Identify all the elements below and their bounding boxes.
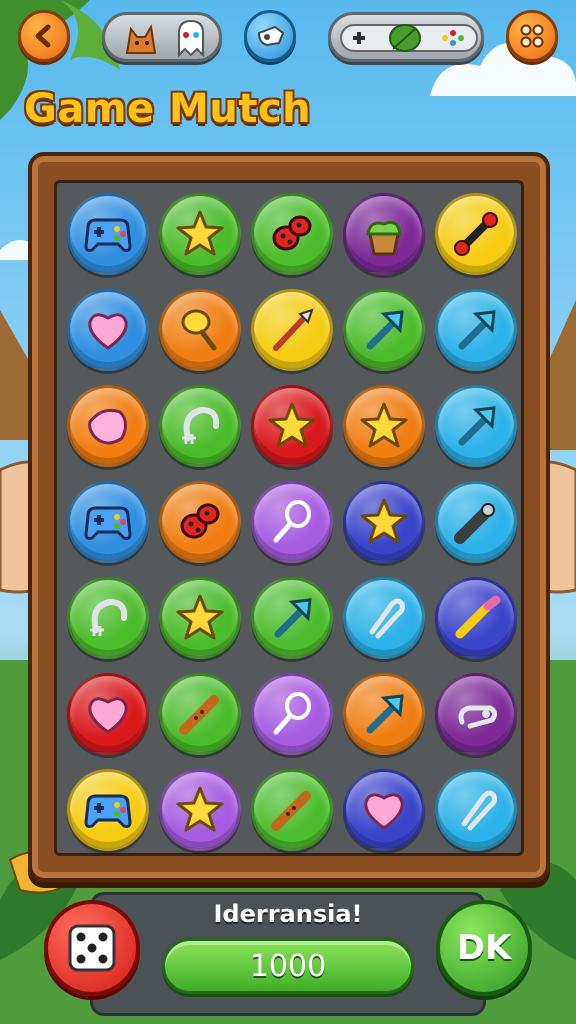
board-tile[interactable] [159,385,241,467]
dice-icon [68,924,116,972]
game-board [28,152,550,882]
board-tile[interactable] [435,193,517,275]
star-icon [176,786,224,832]
key-icon [181,309,217,351]
tile-grid [54,180,524,856]
board-tile[interactable] [343,385,425,467]
safety-pin-icon [458,705,498,729]
avatar-pill[interactable] [102,12,222,62]
board-tile[interactable] [67,769,149,851]
board-tile[interactable] [343,481,425,563]
board-tile[interactable] [159,577,241,659]
bottom-panel: Iderransia! 1000 DK [0,884,576,1024]
gamepad-icon [84,506,132,540]
board-tile[interactable] [435,385,517,467]
board-tile[interactable] [251,289,333,371]
arrow-icon [458,406,496,446]
rattle-icon [273,500,311,543]
dice-button[interactable] [44,900,140,996]
board-tile[interactable] [343,193,425,275]
board-tile[interactable] [159,673,241,755]
board-tile[interactable] [435,481,517,563]
hook-icon [182,406,220,444]
flute-icon [179,695,219,735]
menu-button[interactable] [506,10,558,62]
star-icon [176,210,224,256]
board-tile[interactable] [159,193,241,275]
game-title: Game Mutch [24,86,312,132]
pencil-icon [455,595,501,639]
ghost-gamepad-icon [178,19,204,57]
heart-icon [364,793,404,830]
paperclip-icon [461,790,497,831]
board-tile[interactable] [67,577,149,659]
score-value: 1000 [249,948,327,984]
board-tile[interactable] [67,193,149,275]
board-tile[interactable] [435,577,517,659]
fox-icon [125,24,157,54]
rattle-icon [273,692,311,735]
board-tile[interactable] [343,769,425,851]
ok-label: DK [456,928,512,968]
back-button[interactable] [18,10,70,62]
chevron-left-icon [35,24,51,48]
board-tile[interactable] [67,673,149,755]
ok-button[interactable]: DK [436,900,532,996]
star-icon [360,402,408,448]
plant-pot-icon [366,220,402,256]
panel-label: Iderransia! [213,900,363,928]
arrow-icon [366,694,404,734]
arrow-icon [274,598,312,638]
paperclip-icon [369,598,405,639]
spear-icon [273,308,314,351]
star-icon [268,402,316,448]
board-tile[interactable] [343,577,425,659]
arrow-icon [366,310,404,350]
board-tile[interactable] [159,769,241,851]
board-tile[interactable] [435,289,517,371]
controller-pill[interactable] [328,12,484,62]
heart-icon [88,697,128,734]
star-icon [360,498,408,544]
four-dots-icon [520,24,544,48]
board-tile[interactable] [251,193,333,275]
board-tile[interactable] [251,385,333,467]
score-bar: 1000 [162,938,414,994]
board-tile[interactable] [67,481,149,563]
board-tile[interactable] [67,385,149,467]
gamepad-icon [84,218,132,252]
board-tile[interactable] [343,673,425,755]
ladybug-icon [180,503,220,539]
board-tile[interactable] [251,769,333,851]
board-tile[interactable] [251,481,333,563]
board-tile[interactable] [159,481,241,563]
hook-icon [90,598,128,636]
board-tile[interactable] [251,673,333,755]
star-icon [176,594,224,640]
arrow-icon [458,310,496,350]
board-tile[interactable] [159,289,241,371]
top-bar [0,0,576,76]
ladybug-icon [272,215,312,251]
gem-icon [88,408,127,445]
board-tile[interactable] [251,577,333,659]
heart-icon [88,313,128,350]
whistle-icon [257,25,285,47]
board-tile[interactable] [343,289,425,371]
board-tile[interactable] [67,289,149,371]
board-tile[interactable] [435,673,517,755]
flute-icon [271,791,311,831]
board-tile[interactable] [435,769,517,851]
dumbbell-icon [454,212,498,256]
flashlight-icon [454,503,495,544]
leaf-icon [389,24,421,52]
gamepad-icon [84,794,132,828]
powerup-button[interactable] [244,10,296,62]
